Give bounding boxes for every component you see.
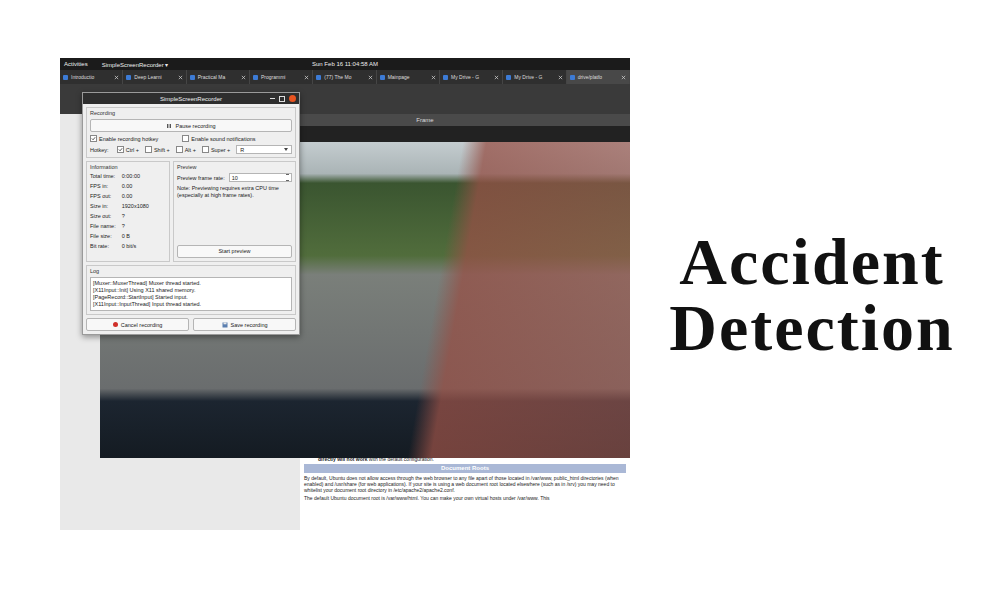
info-value: 0 bit/s [122, 243, 166, 249]
headline: AccidentDetection [630, 0, 1004, 590]
favicon-icon [253, 75, 258, 80]
pause-recording-button[interactable]: Pause recording [90, 119, 292, 132]
modifier-checkbox[interactable]: Super + [202, 146, 230, 153]
screenshot: Activities SimpleScreenRecorder ▾ Sun Feb … [60, 58, 630, 530]
frame-rate-spinbox[interactable]: 10 [229, 173, 292, 182]
info-label: File name: [90, 223, 116, 229]
info-value: 1920x1080 [122, 203, 166, 209]
option-checkbox[interactable]: Enable sound notifications [182, 135, 255, 142]
close-tab-icon[interactable] [494, 75, 499, 80]
browser-tab[interactable]: My Drive - G [503, 70, 566, 84]
favicon-icon [380, 75, 385, 80]
recorder-window: SimpleScreenRecorder RecordingPause recor… [82, 92, 300, 335]
pause-icon [166, 123, 172, 129]
top-bar: Activities SimpleScreenRecorder ▾ Sun Feb … [60, 58, 630, 70]
browser-tab[interactable]: Programmi [250, 70, 313, 84]
info-label: FPS out: [90, 193, 116, 199]
preview-note: Note: Previewing requires extra CPU time… [177, 185, 292, 199]
save-icon [222, 322, 228, 328]
close-tab-icon[interactable] [114, 75, 119, 80]
slide: Activities SimpleScreenRecorder ▾ Sun Feb … [0, 0, 1004, 590]
log-group: Log[Muxer::MuxerThread] Muxer thread sta… [86, 265, 296, 316]
browser-tab[interactable]: Deep Learni [123, 70, 186, 84]
option-checkbox[interactable]: Enable recording hotkey [90, 135, 158, 142]
close-tab-icon[interactable] [431, 75, 436, 80]
close-icon[interactable] [289, 95, 296, 102]
info-value: ? [122, 223, 166, 229]
browser-tab[interactable]: Mainpage [377, 70, 440, 84]
modifier-checkbox[interactable]: Ctrl + [117, 146, 139, 153]
info-value: 0:00:00 [122, 173, 166, 179]
hotkey-key-select[interactable]: R [236, 145, 292, 154]
close-tab-icon[interactable] [304, 75, 309, 80]
modifier-checkbox[interactable]: Alt + [176, 146, 196, 153]
dropdown-icon [284, 148, 288, 151]
clock[interactable]: Sun Feb 16 11:04:58 AM [312, 61, 378, 67]
close-tab-icon[interactable] [368, 75, 373, 80]
browser-tab[interactable]: My Drive - G [440, 70, 503, 84]
desktop: FrameSimpleScreenRecorderRecordingPause … [60, 84, 630, 530]
info-label: File size: [90, 233, 116, 239]
browser-tab[interactable]: Introductio [60, 70, 123, 84]
check-icon [91, 136, 96, 141]
cancel-icon [113, 322, 118, 327]
minimize-icon[interactable] [270, 98, 275, 99]
info-value: 0.00 [122, 193, 166, 199]
browser-tab[interactable]: Practical Ma [187, 70, 250, 84]
activities-button[interactable]: Activities [64, 61, 88, 67]
close-tab-icon[interactable] [621, 75, 626, 80]
browser-tab-bar: IntroductioDeep LearniPractical MaProgra… [60, 70, 630, 84]
favicon-icon [126, 75, 131, 80]
preview-group: PreviewPreview frame rate:10Note: Previe… [173, 161, 296, 262]
favicon-icon [316, 75, 321, 80]
recording-group: RecordingPause recordingEnable recording… [86, 107, 296, 158]
browser-tab[interactable]: (77) The Mo [313, 70, 376, 84]
save-button[interactable]: Save recording [193, 318, 296, 331]
cancel-button[interactable]: Cancel recording [86, 318, 189, 331]
start-preview-button[interactable]: Start preview [177, 245, 292, 258]
info-label: Size in: [90, 203, 116, 209]
favicon-icon [443, 75, 448, 80]
log-box[interactable]: [Muxer::MuxerThread] Muxer thread starte… [90, 277, 292, 312]
browser-tab[interactable]: drive/platfo [567, 70, 630, 84]
modifier-checkbox[interactable]: Shift + [145, 146, 170, 153]
recorder-title-bar: SimpleScreenRecorder [83, 93, 299, 104]
app-menu[interactable]: SimpleScreenRecorder ▾ [102, 61, 169, 68]
check-icon [118, 147, 123, 152]
favicon-icon [506, 75, 511, 80]
info-label: FPS in: [90, 183, 116, 189]
close-tab-icon[interactable] [178, 75, 183, 80]
information-group: InformationTotal time:0:00:00FPS in:0.00… [86, 161, 170, 262]
info-label: Size out: [90, 213, 116, 219]
info-value: 0 B [122, 233, 166, 239]
hotkey-row: Hotkey:Ctrl +Shift +Alt +Super +R [90, 145, 292, 154]
section-heading: Document Roots [304, 464, 626, 473]
favicon-icon [63, 75, 68, 80]
info-value: 0.00 [122, 183, 166, 189]
spin-arrows-icon[interactable] [286, 174, 289, 181]
info-label: Total time: [90, 173, 116, 179]
close-tab-icon[interactable] [241, 75, 246, 80]
maximize-icon[interactable] [279, 96, 285, 102]
info-label: Bit rate: [90, 243, 116, 249]
favicon-icon [570, 75, 575, 80]
info-value: ? [122, 213, 166, 219]
close-tab-icon[interactable] [558, 75, 563, 80]
web-page: directly will not work with the default … [300, 454, 630, 530]
favicon-icon [190, 75, 195, 80]
